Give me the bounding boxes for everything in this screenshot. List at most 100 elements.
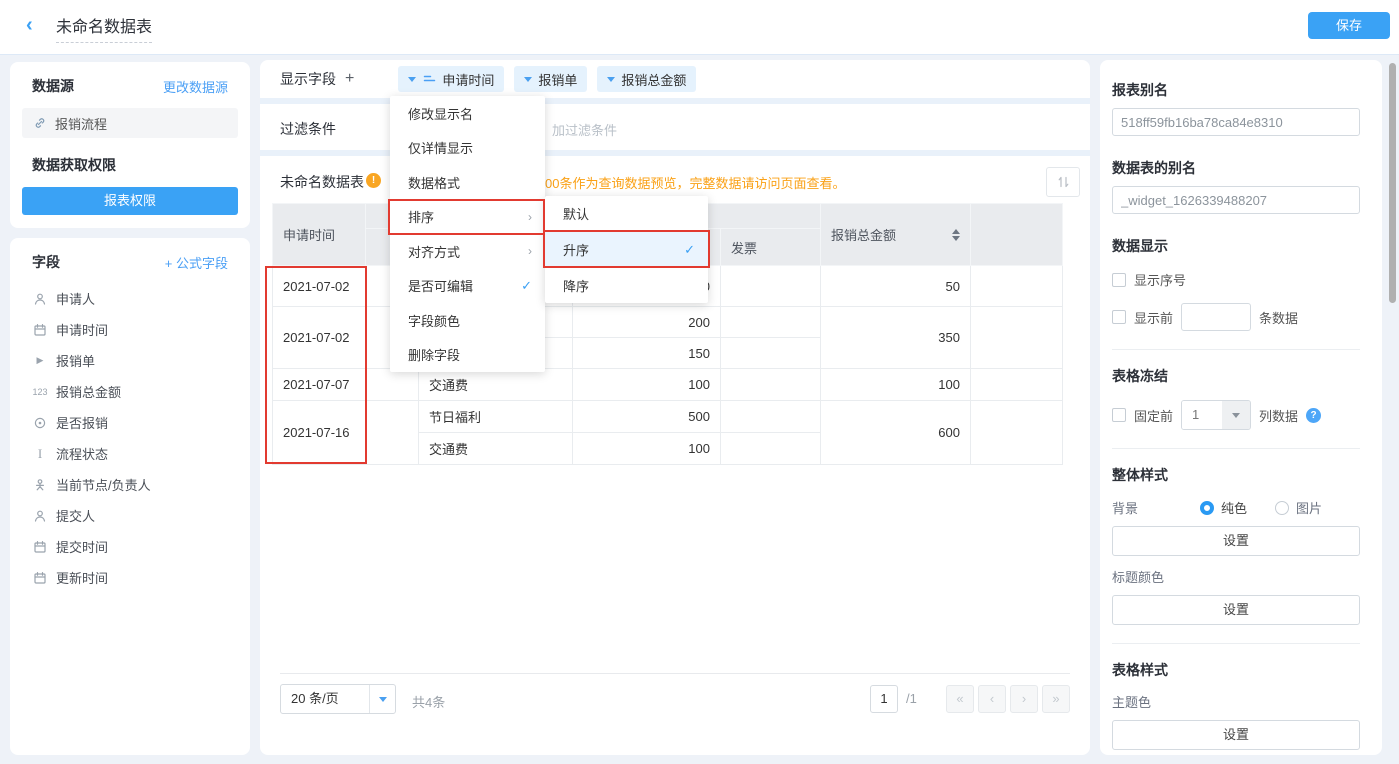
submenu-item-label: 默认 <box>563 204 589 223</box>
field-item-total-amount[interactable]: 123 报销总金额 <box>22 376 238 407</box>
field-item-expense-form[interactable]: ▶ 报销单 <box>22 345 238 376</box>
calendar-icon <box>32 323 48 337</box>
column-header-total[interactable]: 报销总金额 <box>821 204 971 266</box>
separator <box>260 150 1090 156</box>
text-cursor-icon: I <box>32 446 48 462</box>
last-page-button[interactable]: » <box>1042 685 1070 713</box>
background-set-button[interactable]: 设置 <box>1112 526 1360 556</box>
field-item-submit-time[interactable]: 提交时间 <box>22 531 238 562</box>
fields-title: 字段 <box>32 252 60 272</box>
prev-page-button[interactable]: ‹ <box>978 685 1006 713</box>
theme-color-label: 主题色 <box>1112 692 1360 711</box>
add-filter-placeholder[interactable]: 加过滤条件 <box>552 120 617 139</box>
column-header-date[interactable]: 申请时间 <box>273 204 366 266</box>
chip-expense-form[interactable]: 报销单 <box>514 66 587 92</box>
image-radio[interactable] <box>1275 501 1289 515</box>
report-alias-input[interactable] <box>1112 108 1360 136</box>
cell-date: 2021-07-07 <box>273 369 366 401</box>
check-icon: ✓ <box>521 278 532 294</box>
show-first-checkbox[interactable] <box>1112 310 1126 324</box>
title-color-set-button[interactable]: 设置 <box>1112 595 1360 625</box>
first-page-button[interactable]: « <box>946 685 974 713</box>
divider <box>1112 643 1360 644</box>
datasource-item[interactable]: 报销流程 <box>22 108 238 138</box>
scrollbar-thumb[interactable] <box>1389 63 1396 303</box>
menu-item-field-color[interactable]: 字段颜色 <box>390 303 545 338</box>
page-count-label: /1 <box>906 691 917 706</box>
field-item-reimbursed[interactable]: 是否报销 <box>22 407 238 438</box>
display-fields-row: 显示字段 + 申请时间 报销单 报销总金额 <box>260 60 1090 98</box>
menu-item-rename[interactable]: 修改显示名 <box>390 96 545 131</box>
fix-column-count-select[interactable]: 1 <box>1181 400 1251 430</box>
change-datasource-link[interactable]: 更改数据源 <box>163 77 228 96</box>
field-item-label: 申请时间 <box>56 320 108 339</box>
chevron-down-icon <box>369 685 395 713</box>
filter-row: 过滤条件 加过滤条件 <box>260 104 1090 150</box>
cell-date: 2021-07-02 <box>273 266 366 307</box>
menu-item-label: 删除字段 <box>408 345 460 364</box>
menu-item-detail-only[interactable]: 仅详情显示 <box>390 131 545 166</box>
pagination-nav: « ‹ › » <box>946 685 1070 713</box>
page-size-select[interactable]: 20 条/页 <box>280 684 396 714</box>
fix-columns-checkbox[interactable] <box>1112 408 1126 422</box>
field-item-apply-time[interactable]: 申请时间 <box>22 314 238 345</box>
field-item-flow-status[interactable]: I 流程状态 <box>22 438 238 469</box>
field-item-submitter[interactable]: 提交人 <box>22 500 238 531</box>
submenu-item-descending[interactable]: 降序 <box>545 267 708 303</box>
top-bar: ‹ 未命名数据表 保存 <box>0 0 1399 55</box>
divider <box>1112 349 1360 350</box>
next-page-button[interactable]: › <box>1010 685 1038 713</box>
cell-blank <box>971 307 1063 369</box>
add-formula-field-link[interactable]: + 公式字段 <box>165 253 228 272</box>
cell-amount: 150 <box>573 338 721 369</box>
menu-item-editable[interactable]: 是否可编辑 ✓ <box>390 269 545 304</box>
table-alias-input[interactable] <box>1112 186 1360 214</box>
menu-item-label: 对齐方式 <box>408 242 460 261</box>
help-icon[interactable]: ? <box>1306 408 1321 423</box>
add-display-field-button[interactable]: + <box>345 70 354 88</box>
node-user-icon <box>32 478 48 492</box>
menu-item-sort[interactable]: 排序 › <box>390 200 545 235</box>
menu-item-label: 是否可编辑 <box>408 276 473 295</box>
table-row[interactable]: 2021-07-16 节日福利 500 600 <box>273 401 1063 433</box>
save-button[interactable]: 保存 <box>1308 12 1390 39</box>
theme-color-set-button[interactable]: 设置 <box>1112 720 1360 750</box>
cell-invoice <box>721 266 821 307</box>
row-count-input[interactable] <box>1181 303 1251 331</box>
chip-total-amount[interactable]: 报销总金额 <box>597 66 696 92</box>
report-permission-button[interactable]: 报表权限 <box>22 187 238 215</box>
sort-bars-icon <box>422 72 436 87</box>
fix-column-count-value: 1 <box>1182 401 1222 429</box>
table-row[interactable]: 2021-07-07 交通费 100 100 <box>273 369 1063 401</box>
submenu-item-ascending[interactable]: 升序✓ <box>545 232 708 268</box>
field-item-current-node[interactable]: 当前节点/负责人 <box>22 469 238 500</box>
column-header-invoice[interactable]: 发票 <box>721 229 821 266</box>
sort-updown-icon[interactable] <box>952 229 960 241</box>
chevron-right-icon: › <box>528 244 532 258</box>
subform-icon: ▶ <box>32 355 48 366</box>
chevron-down-icon <box>524 77 532 82</box>
menu-item-align[interactable]: 对齐方式 › <box>390 234 545 269</box>
back-icon[interactable]: ‹ <box>26 14 33 37</box>
submenu-item-default[interactable]: 默认 <box>545 196 708 232</box>
table-alias-label: 数据表的别名 <box>1112 158 1360 178</box>
page-number-input[interactable]: 1 <box>870 685 898 713</box>
menu-item-data-format[interactable]: 数据格式 <box>390 165 545 200</box>
sort-order-toggle-button[interactable] <box>1046 167 1080 197</box>
calendar-icon <box>32 540 48 554</box>
field-item-label: 更新时间 <box>56 568 108 587</box>
chip-apply-time[interactable]: 申请时间 <box>398 66 504 92</box>
field-item-update-time[interactable]: 更新时间 <box>22 562 238 593</box>
field-item-applicant[interactable]: 申请人 <box>22 283 238 314</box>
chevron-down-icon <box>408 77 416 82</box>
chevron-down-icon <box>1222 401 1250 429</box>
solid-color-radio[interactable] <box>1200 501 1214 515</box>
chevron-right-icon: › <box>528 210 532 224</box>
menu-item-delete-field[interactable]: 删除字段 <box>390 338 545 373</box>
user-icon <box>32 509 48 523</box>
cell-invoice <box>721 369 821 401</box>
menu-item-label: 排序 <box>408 207 434 226</box>
page-title[interactable]: 未命名数据表 <box>56 13 152 43</box>
show-index-checkbox[interactable] <box>1112 273 1126 287</box>
page-size-value: 20 条/页 <box>281 685 369 713</box>
